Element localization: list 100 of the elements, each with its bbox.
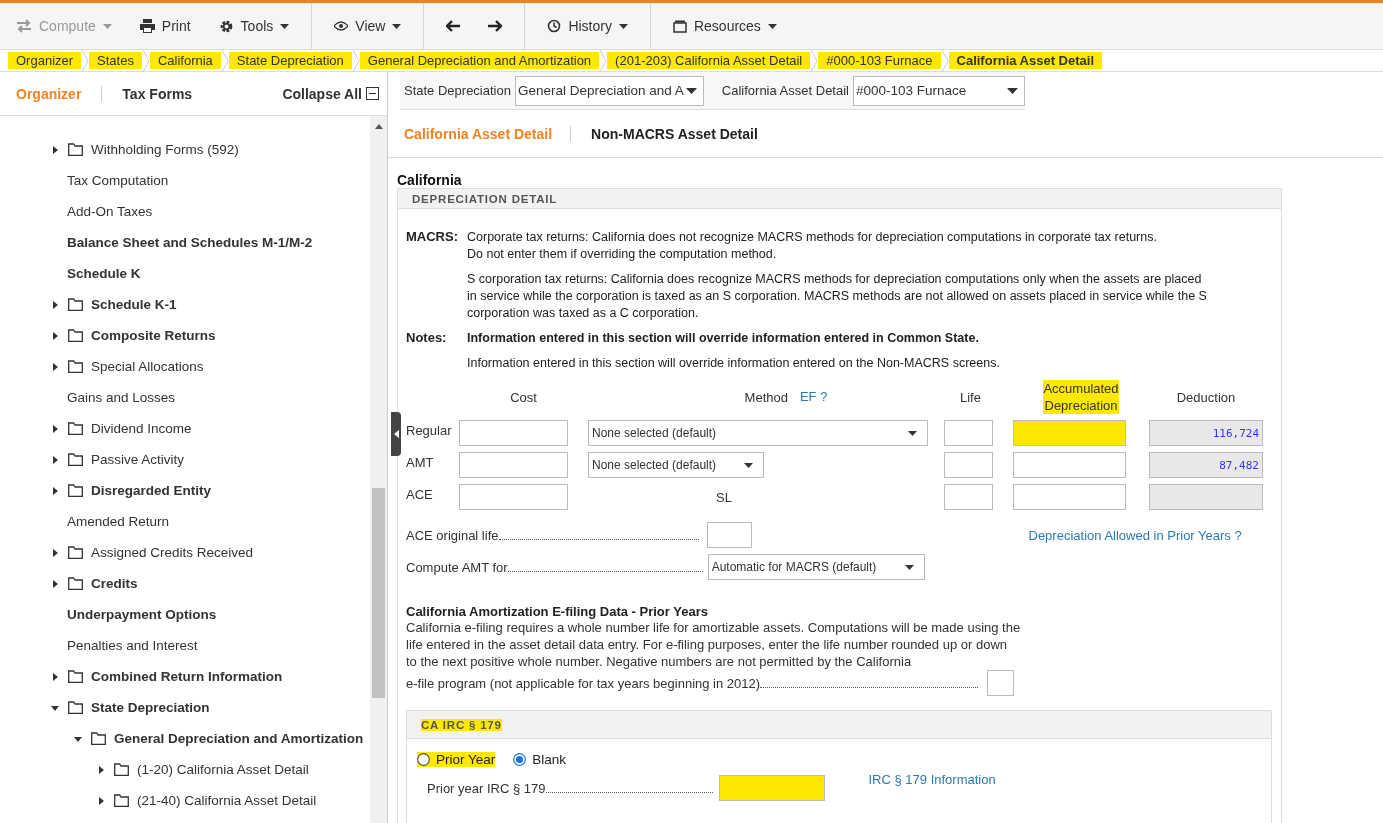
caret-icon (102, 23, 112, 29)
ef-help-link[interactable]: EF ? (799, 388, 828, 406)
caret-icon (767, 23, 777, 29)
method-select[interactable]: None selected (default) (588, 420, 928, 446)
chevron-icon (220, 49, 229, 72)
chevron-icon (599, 49, 608, 72)
method-select[interactable]: None selected (default) (588, 452, 764, 478)
collapse-handle[interactable] (391, 412, 401, 456)
life-field[interactable] (987, 670, 1015, 696)
chevron-icon (351, 49, 360, 72)
tree-item[interactable]: Gains and Losses (67, 390, 176, 405)
tree-item[interactable]: Special Allocations (91, 359, 204, 374)
breadcrumb-item[interactable]: (201-203) California Asset Detail (607, 52, 811, 69)
cost-field[interactable] (459, 420, 568, 446)
selector-dropdown[interactable]: #000-103 Furnace (853, 75, 1025, 106)
tree-item[interactable]: Penalties and Interest (67, 638, 198, 653)
column-header: Cost (510, 388, 537, 406)
radio-icon (513, 752, 527, 766)
deduction-field[interactable]: 87,482 (1149, 452, 1263, 478)
tree-item[interactable]: Credits (91, 576, 138, 591)
selector-label: California Asset Detail (721, 83, 849, 98)
life-field[interactable] (944, 484, 993, 510)
deduction-field[interactable] (1149, 484, 1263, 510)
cost-field[interactable] (459, 452, 568, 478)
caret-icon (392, 23, 402, 29)
radio-option[interactable]: Prior Year (417, 751, 496, 767)
forward-button[interactable] (488, 20, 503, 32)
breadcrumb-item[interactable]: #000-103 Furnace (818, 52, 941, 69)
caret-icon (618, 23, 628, 29)
prior-years-link[interactable]: Depreciation Allowed in Prior Years ? (1028, 527, 1242, 543)
cost-field[interactable] (459, 484, 568, 510)
sidebar-tab[interactable]: Tax Forms (122, 85, 213, 102)
deduction-field[interactable]: 116,724 (1149, 420, 1263, 446)
field-label: Prior year IRC § 179 (427, 780, 546, 796)
folder-icon (68, 577, 83, 590)
scrollbar[interactable] (370, 116, 387, 823)
tree-item[interactable]: Disregarded Entity (91, 483, 212, 498)
breadcrumb-item[interactable]: General Depreciation and Amortization (359, 52, 600, 69)
tree-item[interactable]: State Depreciation (91, 700, 210, 715)
tree-item[interactable]: Amended Return (67, 514, 170, 529)
collapse-all-button[interactable]: Collapse All (282, 85, 379, 102)
scrollbar-thumb[interactable] (372, 488, 385, 698)
triangle-icon (51, 300, 59, 309)
back-button[interactable] (446, 20, 461, 32)
tree-item[interactable]: (21-40) California Asset Detail (137, 793, 317, 808)
toolbar-button[interactable]: Resources (672, 18, 777, 34)
tree-item[interactable]: Combined Return Information (91, 669, 283, 684)
amortization-text: e-file program (not applicable for tax years beginning in 2012) (406, 675, 761, 691)
chevron-icon (940, 49, 949, 72)
minus-box-icon (366, 87, 379, 100)
breadcrumb-item[interactable]: State Depreciation (228, 52, 352, 69)
state-title: California (397, 172, 463, 188)
triangle-icon (51, 362, 59, 371)
breadcrumb-item[interactable]: California Asset Detail (948, 52, 1103, 69)
field-label: ACE original life (406, 527, 499, 543)
tree-item[interactable]: Add-On Taxes (67, 204, 153, 219)
triangle-icon (51, 486, 59, 495)
method-text: SL (716, 489, 733, 505)
toolbar-button[interactable]: Print (139, 18, 191, 34)
accumulated-field[interactable] (1013, 452, 1126, 478)
arrow-right-icon (488, 20, 503, 32)
amortization-title: California Amortization E-filing Data - Prior Years (406, 604, 709, 619)
tree-item[interactable]: Composite Returns (91, 328, 216, 343)
accumulated-field[interactable] (1013, 420, 1126, 446)
tree-item[interactable]: Dividend Income (91, 421, 192, 436)
tree-item[interactable]: Tax Computation (67, 173, 169, 188)
irc-info-link[interactable]: IRC § 179 Information (868, 771, 996, 787)
folder-icon (114, 763, 129, 776)
selector-label: State Depreciation (404, 83, 511, 98)
tree-item[interactable]: Schedule K (67, 266, 141, 281)
life-field[interactable] (944, 420, 993, 446)
folder-icon (68, 422, 83, 435)
tree-item[interactable]: Balance Sheet and Schedules M-1/M-2 (67, 235, 313, 250)
selector-dropdown[interactable]: General Depreciation and A (514, 75, 704, 106)
folder-icon (68, 546, 83, 559)
toolbar-button[interactable]: View (334, 18, 402, 34)
tree-item[interactable]: Passive Activity (91, 452, 185, 467)
tree-item[interactable]: Underpayment Options (67, 607, 217, 622)
ace-life-field[interactable] (706, 522, 752, 548)
toolbar-button[interactable]: History (547, 18, 628, 34)
tree-item[interactable]: (1-20) California Asset Detail (137, 762, 309, 777)
breadcrumb-item[interactable]: Organizer (8, 52, 82, 69)
caret-icon (280, 23, 290, 29)
note-label: Notes: (406, 330, 448, 347)
compute-amt-select[interactable]: Automatic for MACRS (default) (707, 554, 925, 580)
prior-year-179-field[interactable] (718, 775, 825, 801)
tree-item[interactable]: Schedule K-1 (91, 297, 177, 312)
folder-icon (68, 143, 83, 156)
tree-item[interactable]: General Depreciation and Amortization (114, 731, 364, 746)
life-field[interactable] (944, 452, 993, 478)
breadcrumb-item[interactable]: California (149, 52, 221, 69)
toolbar-button[interactable]: Tools (218, 18, 290, 34)
tree-item[interactable]: Withholding Forms (592) (91, 142, 239, 157)
radio-option[interactable]: Blank (513, 751, 567, 767)
accumulated-field[interactable] (1013, 484, 1126, 510)
page-tab[interactable]: Non-MACRS Asset Detail (591, 125, 776, 142)
caret-icon (1007, 87, 1018, 94)
tree-item[interactable]: Assigned Credits Received (91, 545, 254, 560)
breadcrumb-item[interactable]: States (89, 52, 142, 69)
note-text: S corporation tax returns: California does recognize MACRS methods for depreciation computations only when the assets are placed in service while the corporation is taxed as an S corporation. MACRS methods are not allowed on assets placed in service while the S corporation was taxed as a C corporation. (467, 271, 1208, 322)
